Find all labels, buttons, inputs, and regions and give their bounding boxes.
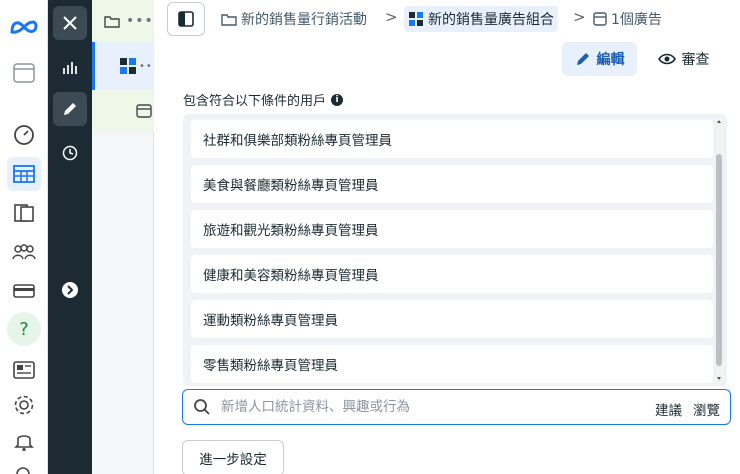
adset-grid-icon (409, 12, 423, 26)
side-panel-icon (178, 11, 194, 27)
selected-targeting-list: 社群和俱樂部類粉絲專頁管理員 美食與餐廳類粉絲專頁管理員 旅遊和觀光類粉絲專頁管… (183, 114, 727, 386)
search-icon[interactable] (7, 458, 41, 474)
edit-pencil-icon (576, 53, 589, 65)
include-criteria-heading: 包含符合以下條件的用戶 i (183, 90, 344, 109)
editor-header: 新的銷售量行銷活動 > 新的銷售量廣告組合 > 1個廣告 編輯 審查 (155, 0, 740, 82)
list-item[interactable]: 旅遊和觀光類粉絲專頁管理員 (191, 210, 713, 248)
browse-link[interactable]: 瀏覽 (693, 399, 720, 419)
structure-tree: ••• •• (92, 0, 154, 474)
dashboard-gauge-icon[interactable] (7, 118, 41, 152)
settings-gear-icon[interactable] (7, 388, 41, 422)
list-item[interactable]: 零售類粉絲專頁管理員 (191, 345, 713, 383)
list-item[interactable]: 健康和美容類粉絲專頁管理員 (191, 255, 713, 293)
edit-button[interactable]: 編輯 (562, 42, 637, 76)
edit-button-label: 編輯 (596, 52, 625, 68)
history-clock-icon[interactable] (53, 136, 87, 170)
edit-pencil-icon[interactable] (53, 92, 87, 126)
review-button-label: 審查 (681, 52, 710, 68)
breadcrumb-separator-icon: > (385, 8, 398, 26)
billing-card-icon[interactable] (7, 274, 41, 308)
notifications-bell-icon[interactable] (7, 424, 41, 458)
app-rail: ? (0, 0, 48, 474)
breadcrumb-separator-icon: > (573, 8, 586, 26)
toggle-panel-button[interactable] (167, 2, 205, 36)
breadcrumb-adset[interactable]: 新的銷售量廣告組合 (404, 6, 558, 32)
scroll-down-icon[interactable] (717, 377, 721, 380)
review-button[interactable]: 審查 (651, 42, 716, 76)
suggestions-link[interactable]: 建議 (655, 399, 682, 419)
close-icon[interactable] (53, 6, 87, 40)
audience-section: 包含符合以下條件的用戶 i 社群和俱樂部類粉絲專頁管理員 美食與餐廳類粉絲專頁管… (155, 82, 740, 474)
scroll-up-icon[interactable] (717, 120, 721, 123)
more-options-icon[interactable]: •• (139, 61, 153, 72)
breadcrumb-ads-label: 1個廣告 (611, 12, 662, 28)
info-icon[interactable]: i (331, 93, 344, 106)
scrollbar-thumb[interactable] (716, 154, 722, 366)
ad-icon (593, 12, 607, 26)
include-criteria-label: 包含符合以下條件的用戶 (183, 94, 327, 109)
window-icon[interactable] (7, 56, 41, 90)
expand-chevron-icon[interactable] (53, 273, 87, 307)
tree-adset-row[interactable]: •• (92, 42, 154, 90)
editor-tool-strip (48, 0, 92, 474)
tree-campaign-row[interactable]: ••• (92, 0, 154, 42)
audience-people-icon[interactable] (7, 235, 41, 269)
chart-bars-icon[interactable] (53, 50, 87, 84)
folder-icon (221, 14, 237, 26)
ad-icon (136, 104, 152, 118)
targeting-search-box: 建議 瀏覽 (182, 389, 731, 425)
list-item[interactable]: 美食與餐廳類粉絲專頁管理員 (191, 165, 713, 203)
list-item[interactable]: 運動類粉絲專頁管理員 (191, 300, 713, 338)
breadcrumb-campaign-label: 新的銷售量行銷活動 (241, 12, 367, 28)
breadcrumb-campaign[interactable]: 新的銷售量行銷活動 (221, 6, 367, 32)
folder-icon (104, 16, 120, 28)
meta-logo-icon[interactable] (7, 10, 41, 44)
more-options-icon[interactable]: ••• (126, 13, 154, 29)
tree-ad-row[interactable] (92, 90, 154, 132)
targeting-search-input[interactable] (221, 399, 641, 415)
pages-icon[interactable] (7, 196, 41, 230)
eye-icon (657, 53, 676, 65)
list-item[interactable]: 社群和俱樂部類粉絲專頁管理員 (191, 120, 713, 158)
search-icon (194, 399, 210, 415)
adset-grid-icon (120, 58, 136, 74)
breadcrumb-ads[interactable]: 1個廣告 (593, 6, 662, 32)
breadcrumb-adset-label: 新的銷售量廣告組合 (428, 12, 554, 28)
advanced-settings-button[interactable]: 進一步設定 (182, 440, 284, 474)
help-icon[interactable]: ? (7, 312, 41, 346)
list-scrollbar[interactable] (715, 118, 723, 382)
news-icon[interactable] (7, 353, 41, 387)
ads-manager-table-icon[interactable] (7, 157, 41, 191)
